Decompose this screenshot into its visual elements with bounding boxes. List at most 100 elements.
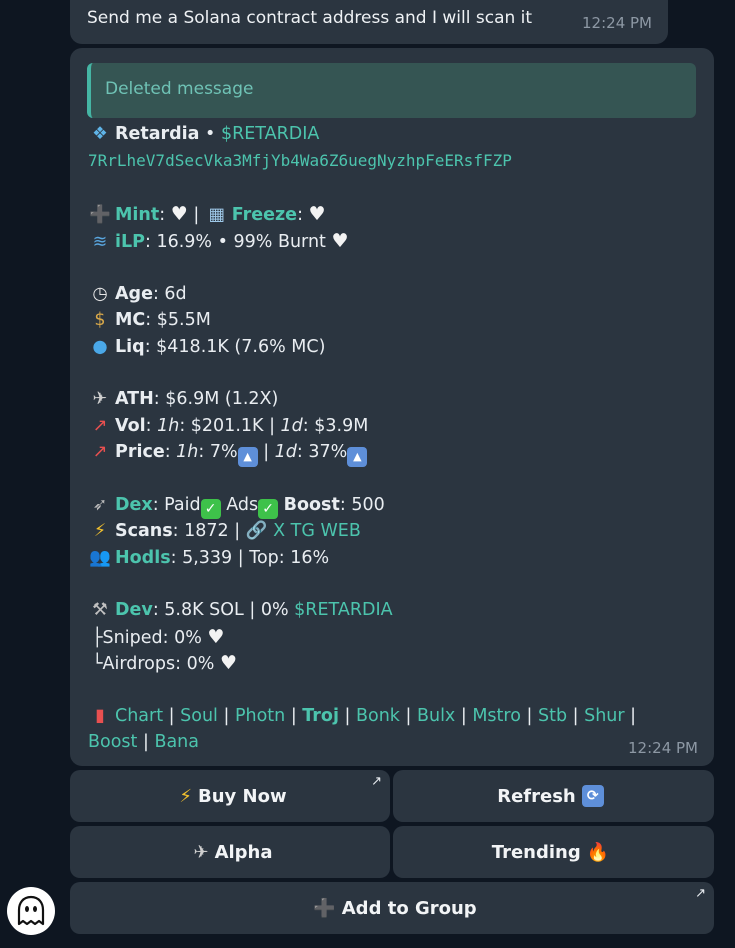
link-mstro[interactable]: Mstro <box>472 706 521 726</box>
check-icon: ✓ <box>258 499 279 519</box>
chart-up-icon: ↗ <box>92 416 108 436</box>
dex-value: Paid <box>164 495 201 515</box>
alpha-button[interactable]: ✈ Alpha <box>70 826 390 878</box>
ath-value: $6.9M (1.2X) <box>165 389 279 409</box>
vol-1h-label: 1h <box>157 416 180 436</box>
external-arrow-icon: ↗ <box>371 774 382 789</box>
vol-1d-value: $3.9M <box>314 416 369 436</box>
hodls-label: Hodls <box>115 548 171 568</box>
airdrops-label: Airdrops <box>102 654 176 674</box>
bot-avatar[interactable] <box>7 887 55 935</box>
previous-message-text: Send me a Solana contract address and I … <box>87 8 533 28</box>
dev-ticker-link[interactable]: $RETARDIA <box>294 600 392 620</box>
ilp-value: 16.9% • 99% Burnt <box>156 232 326 252</box>
up-arrow-icon: ▲ <box>237 447 258 467</box>
ilp-label: iLP <box>115 232 145 252</box>
age-line: ◷ Age: 6d <box>88 282 187 306</box>
boost-label: Boost <box>283 495 340 515</box>
mc-label: MC <box>115 310 146 330</box>
mint-label: Mint <box>115 205 160 225</box>
plus-icon: ➕ <box>89 205 111 225</box>
previous-message-time: 12:24 PM <box>582 14 652 32</box>
link-troj[interactable]: Troj <box>302 706 339 726</box>
top-value: 16% <box>290 548 330 568</box>
vol-line: ↗ Vol: 1h: $201.1K | 1d: $3.9M <box>88 414 369 438</box>
clock-icon: ◷ <box>92 284 108 304</box>
social-links[interactable]: X TG WEB <box>273 521 361 541</box>
link-bana[interactable]: Bana <box>154 732 199 752</box>
heart-icon: ♥ <box>308 203 326 225</box>
top-label: Top <box>249 548 279 568</box>
token-ticker-link[interactable]: $RETARDIA <box>221 124 319 144</box>
tools-icon: ⚒ <box>92 600 108 620</box>
external-arrow-icon: ↗ <box>695 886 706 901</box>
ath-line: ✈ ATH: $6.9M (1.2X) <box>88 387 279 411</box>
link-boost[interactable]: Boost <box>88 732 137 752</box>
up-arrow-icon: ▲ <box>347 447 368 467</box>
previous-message-bubble: Send me a Solana contract address and I … <box>70 0 668 44</box>
dev-label: Dev <box>115 600 153 620</box>
message-time: 12:24 PM <box>628 739 698 757</box>
buy-now-button[interactable]: ⚡ Buy Now ↗ <box>70 770 390 822</box>
dev-line: ⚒ Dev: 5.8K SOL | 0% $RETARDIA <box>88 598 392 622</box>
link-chart[interactable]: Chart <box>115 706 163 726</box>
liq-value: $418.1K (7.6% MC) <box>156 337 326 357</box>
heart-icon: ♥ <box>331 230 349 252</box>
people-icon: 👥 <box>89 548 111 568</box>
price-1h-label: 1h <box>176 442 199 462</box>
boost-value: 500 <box>351 495 385 515</box>
eagle-icon: ✈ <box>92 389 108 409</box>
repeat-icon: ⟳ <box>581 785 604 807</box>
scan-result-message: Deleted message ❖ Retardia • $RETARDIA 7R… <box>70 48 714 766</box>
age-value: 6d <box>164 284 187 304</box>
links-row-2: Boost | Bana <box>88 732 199 752</box>
price-label: Price <box>115 442 165 462</box>
link-bulx[interactable]: Bulx <box>417 706 455 726</box>
check-icon: ✓ <box>200 499 221 519</box>
reply-quote[interactable]: Deleted message <box>87 63 696 118</box>
wave-icon: ≋ <box>92 232 108 252</box>
link-bonk[interactable]: Bonk <box>356 706 400 726</box>
dex-line: ➶ Dex: Paid ✓ Ads ✓ Boost: 500 <box>88 493 385 519</box>
dev-sol-value: 5.8K SOL <box>164 600 244 620</box>
ath-label: ATH <box>115 389 154 409</box>
link-soul[interactable]: Soul <box>180 706 218 726</box>
price-1d-value: 37% <box>308 442 348 462</box>
price-line: ↗ Price: 1h: 7% ▲ | 1d: 37% ▲ <box>88 440 368 467</box>
heart-icon: ♥ <box>219 652 237 674</box>
ghost-icon <box>17 895 45 926</box>
fire-icon: 🔥 <box>586 841 610 863</box>
dex-label: Dex <box>115 495 153 515</box>
sniped-line: ├Sniped: 0% ♥ <box>92 626 225 648</box>
lightning-icon: ⚡ <box>179 785 193 807</box>
refresh-button[interactable]: Refresh ⟳ <box>393 770 714 822</box>
refresh-label: Refresh <box>497 785 576 807</box>
token-line: ❖ Retardia • $RETARDIA <box>88 122 319 146</box>
price-1h-value: 7% <box>209 442 238 462</box>
heart-icon: ♥ <box>207 626 225 648</box>
dev-pct-value: 0% <box>260 600 289 620</box>
contract-address[interactable]: 7RrLheV7dSecVka3MfjYb4Wa6Z6uegNyzhpFeERs… <box>88 149 512 173</box>
vol-1h-value: $201.1K <box>190 416 264 436</box>
reply-quote-text: Deleted message <box>105 79 254 99</box>
mint-freeze-line: ➕ Mint: ♥ | ▦ Freeze: ♥ <box>89 203 326 225</box>
freeze-label: Freeze <box>231 205 298 225</box>
airdrops-line: └Airdrops: 0% ♥ <box>92 652 237 674</box>
airdrops-value: 0% <box>186 654 215 674</box>
trending-button[interactable]: Trending 🔥 <box>393 826 714 878</box>
money-bag-icon: $ <box>94 310 106 330</box>
sniped-value: 0% <box>174 628 202 648</box>
liq-line: ● Liq: $418.1K (7.6% MC) <box>88 335 325 359</box>
vol-1d-label: 1d <box>280 416 303 436</box>
bar-chart-icon: ▮ <box>95 706 105 726</box>
add-to-group-button[interactable]: ➕ Add to Group ↗ <box>70 882 714 934</box>
link-stb[interactable]: Stb <box>538 706 567 726</box>
link-shur[interactable]: Shur <box>584 706 625 726</box>
link-photn[interactable]: Photn <box>235 706 285 726</box>
trending-label: Trending <box>491 841 581 863</box>
token-name: Retardia <box>115 124 200 144</box>
diamond-icon: ❖ <box>92 124 108 144</box>
scans-value: 1872 <box>184 521 229 541</box>
price-1d-label: 1d <box>274 442 297 462</box>
bird-icon: ➶ <box>92 495 108 515</box>
